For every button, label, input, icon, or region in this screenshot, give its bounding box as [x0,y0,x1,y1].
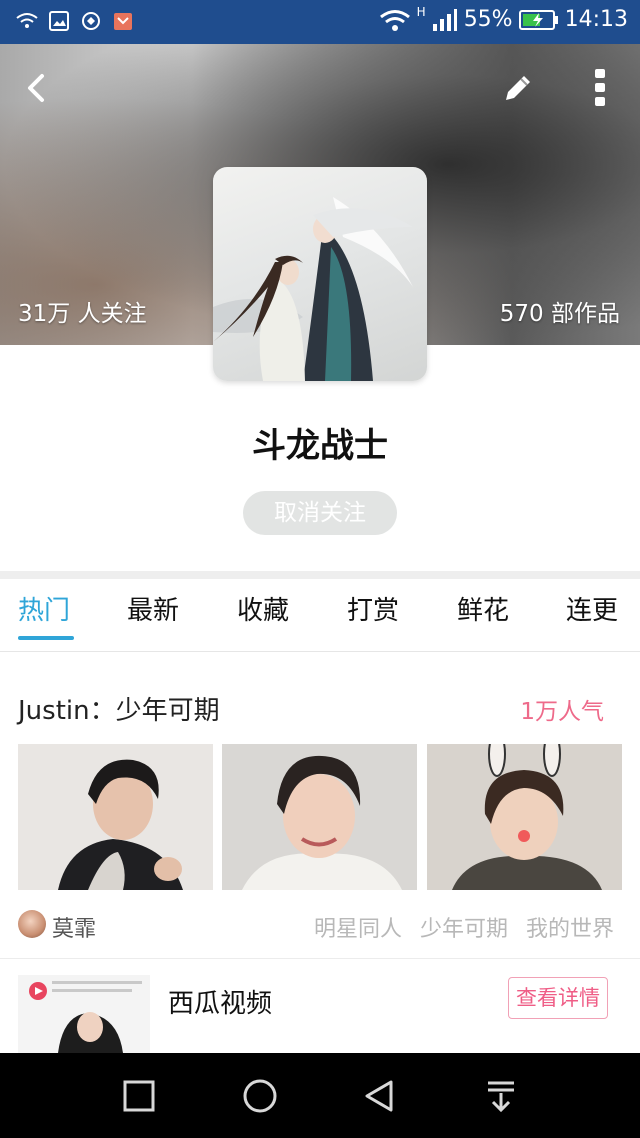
system-nav-bar [0,1053,640,1138]
back-nav-button[interactable] [357,1073,403,1119]
circle-icon [243,1079,277,1113]
gallery-icon [49,11,69,31]
view-details-button[interactable]: 查看详情 [508,977,608,1019]
tag-item[interactable]: 我的世界 [526,911,614,943]
wifi-icon [379,9,410,31]
recent-apps-button[interactable] [116,1073,162,1119]
app-notification-icon [114,13,132,30]
works-count: 570 部作品 [499,301,620,327]
pencil-icon [506,76,530,100]
post-thumbnail-3[interactable] [427,744,622,890]
tab-flowers[interactable]: 鲜花 [457,590,509,627]
post-thumbnail-1[interactable] [18,744,213,890]
photo-3 [427,744,622,890]
post-popularity: 1万人气 [520,699,604,725]
battery-percent: 55% [463,7,513,32]
tab-active-indicator [18,636,74,640]
clock: 14:13 [564,7,628,32]
triangle-back-icon [365,1080,393,1112]
tag-item[interactable]: 少年可期 [420,911,508,943]
home-button[interactable] [237,1073,283,1119]
photo-1 [18,744,213,890]
network-type: H [416,4,426,19]
notification-pull-button[interactable] [478,1073,524,1119]
tab-bar: 热门 最新 收藏 打赏 鲜花 连更 [0,580,640,652]
post-title[interactable]: Justin：少年可期 [18,690,220,727]
unfollow-button[interactable]: 取消关注 [243,491,397,535]
tab-favorites[interactable]: 收藏 [237,590,289,627]
photo-2 [222,744,417,890]
page-title: 斗龙战士 [252,426,388,466]
tab-latest[interactable]: 最新 [127,590,179,627]
ad-thumbnail[interactable] [18,975,150,1053]
status-bar: H 55% 14:13 [0,0,640,44]
square-icon [123,1080,155,1112]
back-button[interactable] [18,68,58,108]
signal-icon [432,8,457,31]
tab-hot[interactable]: 热门 [18,590,70,627]
post-tags: 明星同人 少年可期 我的世界 [314,911,614,943]
edit-button[interactable] [498,68,538,108]
list-divider [0,958,640,959]
follower-count: 31万 人关注 [18,301,147,327]
cover-image [213,167,427,381]
cover-illustration [213,197,413,381]
tab-serial[interactable]: 连更 [566,590,618,627]
chevron-left-icon [28,74,44,102]
more-vertical-icon [595,69,605,106]
post-thumbnail-2[interactable] [222,744,417,890]
author-name[interactable]: 莫霏 [52,911,96,943]
more-button[interactable] [586,66,614,110]
battery-icon [518,9,558,30]
system-indicators: H 55% 14:13 [379,4,628,32]
wifi-question-icon [16,13,38,28]
section-divider [0,571,640,579]
sync-icon [82,12,100,30]
ad-title[interactable]: 西瓜视频 [168,983,272,1020]
tab-rewards[interactable]: 打赏 [347,590,399,627]
author-avatar[interactable] [18,910,46,938]
tag-item[interactable]: 明星同人 [314,911,402,943]
pull-down-icon [488,1081,514,1113]
ad-preview-image [18,975,150,1053]
notification-icons [16,10,134,32]
